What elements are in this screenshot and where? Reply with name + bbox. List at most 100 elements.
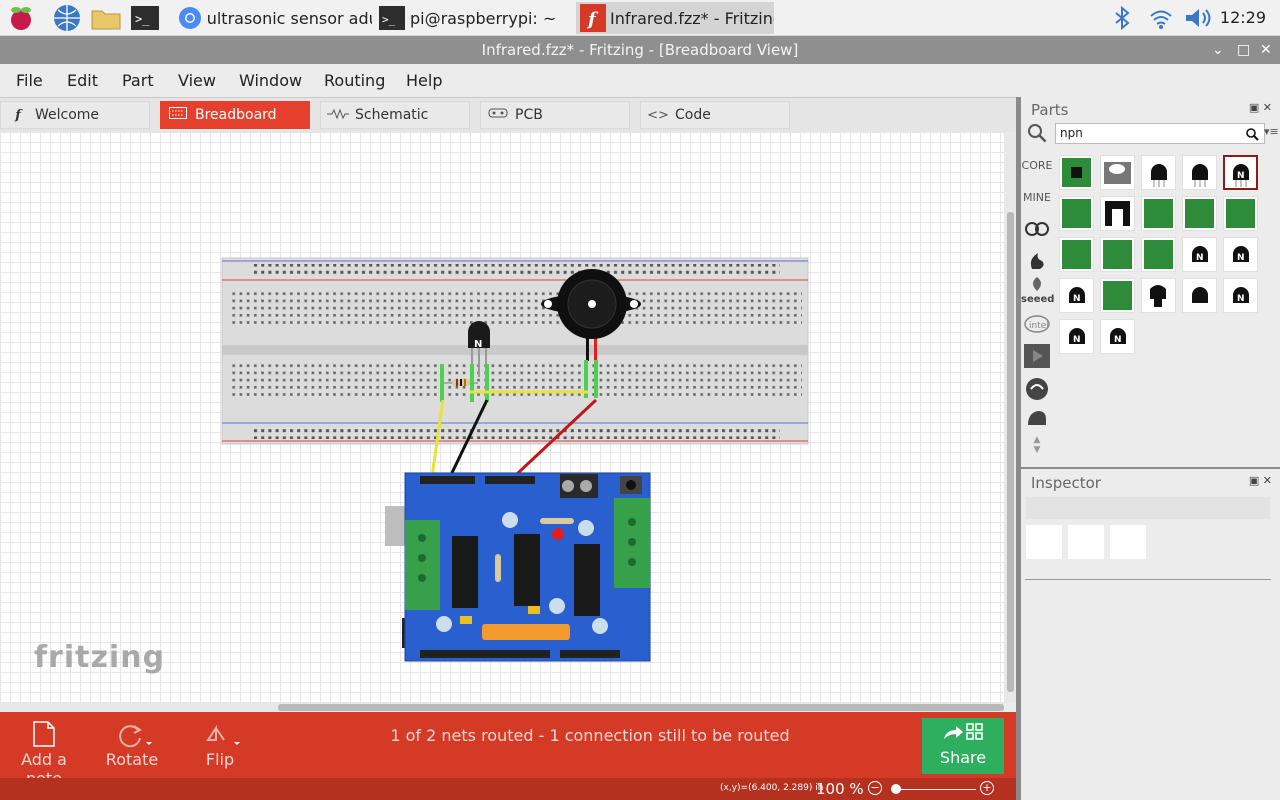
bluetooth-icon[interactable] — [1112, 5, 1132, 34]
menu-view[interactable]: View — [178, 71, 216, 90]
zoom-level: 100 % — [816, 780, 864, 798]
svg-text:>_: >_ — [382, 13, 396, 26]
task-label: Infrared.fzz* - Fritzing... — [610, 8, 774, 28]
task-terminal[interactable]: >_ pi@raspberrypi: ~ — [374, 2, 574, 34]
part-tile[interactable]: N — [1182, 237, 1217, 272]
browser-icon[interactable] — [52, 3, 82, 33]
parts-search-input[interactable]: npn — [1055, 123, 1265, 144]
breadboard[interactable] — [221, 257, 809, 445]
svg-text:N: N — [1196, 253, 1204, 263]
zoom-in-icon[interactable]: + — [980, 781, 994, 795]
code-icon: <> — [647, 107, 669, 123]
part-tile[interactable] — [1100, 155, 1135, 190]
breadboard-canvas[interactable]: N fritzing — [0, 132, 1004, 703]
chevron-down-icon[interactable]: ⌄ — [1212, 36, 1224, 64]
play-bin-icon[interactable] — [1021, 343, 1053, 372]
note-icon — [6, 718, 82, 750]
part-tile[interactable] — [1182, 196, 1217, 231]
divider — [1025, 579, 1271, 580]
panel-float-close-icon[interactable]: ▣ ✕ — [1249, 101, 1272, 114]
menu-routing[interactable]: Routing — [324, 71, 385, 90]
menu-file[interactable]: File — [16, 71, 43, 90]
bin-seeed[interactable]: seeed — [1021, 275, 1054, 305]
menu-part[interactable]: Part — [122, 71, 154, 90]
sparkfun-bin-icon[interactable] — [1021, 249, 1053, 274]
part-tile[interactable]: N — [1059, 319, 1094, 354]
part-tile[interactable] — [1141, 278, 1176, 313]
svg-text:N: N — [474, 339, 482, 350]
parts-bins: CORE MINE seeed intel ▲ ▼ — [1021, 153, 1054, 455]
task-chromium[interactable]: ultrasonic sensor adu... — [174, 2, 372, 34]
part-tile-selected[interactable]: N — [1223, 155, 1258, 190]
share-button[interactable]: Share — [922, 718, 1004, 774]
canvas-vertical-scrollbar[interactable] — [1004, 132, 1016, 703]
part-tile[interactable] — [1223, 196, 1258, 231]
menu-edit[interactable]: Edit — [67, 71, 98, 90]
search-options-icon[interactable]: ▾≡ — [1264, 125, 1279, 138]
part-tile[interactable] — [1141, 196, 1176, 231]
part-tile[interactable]: N — [1223, 237, 1258, 272]
motor-shield[interactable] — [385, 472, 651, 662]
system-taskbar: >_ ultrasonic sensor adu... >_ pi@raspbe… — [0, 0, 1280, 36]
part-tile[interactable] — [1141, 155, 1176, 190]
flip-button[interactable]: Flip — [192, 718, 248, 769]
window-title: Infrared.fzz* - Fritzing - [Breadboard V… — [481, 41, 799, 59]
chromium-icon — [178, 4, 203, 32]
terminal-icon[interactable]: >_ — [130, 3, 160, 33]
close-icon[interactable]: ✕ — [1260, 36, 1272, 64]
fritzing-f-icon: f — [15, 107, 21, 123]
search-submit-icon[interactable] — [1245, 126, 1259, 145]
task-label: ultrasonic sensor adu... — [206, 8, 372, 28]
bin-core[interactable]: CORE — [1021, 159, 1053, 172]
bins-scroll-icon[interactable]: ▲ ▼ — [1021, 435, 1053, 455]
part-tile[interactable]: N — [1100, 319, 1135, 354]
schematic-icon — [327, 108, 349, 123]
part-tile[interactable]: N — [1223, 278, 1258, 313]
inspector-title: Inspector — [1031, 474, 1101, 492]
menu-help[interactable]: Help — [406, 71, 442, 90]
tab-label: Schematic — [355, 107, 429, 123]
search-icon[interactable] — [1027, 123, 1047, 147]
clock: 12:29 — [1219, 8, 1266, 27]
zoom-slider[interactable] — [896, 789, 976, 790]
window-titlebar: Infrared.fzz* - Fritzing - [Breadboard V… — [0, 36, 1280, 64]
snootlab-bin-icon[interactable] — [1021, 377, 1053, 404]
part-tile[interactable] — [1059, 196, 1094, 231]
zoom-slider-handle[interactable] — [891, 784, 901, 794]
task-fritzing[interactable]: f Infrared.fzz* - Fritzing... — [576, 2, 774, 34]
tab-code[interactable]: <> Code — [640, 101, 790, 129]
panel-float-close-icon[interactable]: ▣ ✕ — [1249, 474, 1272, 487]
part-tile[interactable] — [1182, 278, 1217, 313]
menu-window[interactable]: Window — [239, 71, 302, 90]
flip-icon — [192, 718, 248, 750]
tab-breadboard[interactable]: Breadboard — [160, 101, 310, 129]
maximize-icon[interactable]: □ — [1237, 36, 1250, 64]
part-tile[interactable]: N — [1059, 278, 1094, 313]
canvas-horizontal-scrollbar[interactable] — [0, 703, 1004, 712]
animal-bin-icon[interactable] — [1021, 407, 1053, 430]
arduino-bin-icon[interactable] — [1021, 221, 1053, 240]
intel-bin-icon[interactable]: intel — [1021, 315, 1053, 336]
svg-text:N: N — [1073, 335, 1081, 345]
part-tile[interactable] — [1100, 278, 1135, 313]
bin-mine[interactable]: MINE — [1021, 191, 1053, 204]
wifi-icon[interactable] — [1148, 6, 1174, 34]
raspberry-menu-icon[interactable] — [6, 3, 36, 33]
part-tile[interactable] — [1141, 237, 1176, 272]
tab-pcb[interactable]: PCB — [480, 101, 630, 129]
part-tile[interactable] — [1059, 155, 1094, 190]
volume-icon[interactable] — [1184, 6, 1214, 34]
part-tile[interactable] — [1100, 237, 1135, 272]
svg-text:>_: >_ — [135, 12, 150, 26]
svg-text:N: N — [1237, 171, 1245, 181]
folder-icon[interactable] — [90, 3, 121, 33]
part-tile[interactable] — [1059, 237, 1094, 272]
part-tile[interactable] — [1182, 155, 1217, 190]
tab-schematic[interactable]: Schematic — [320, 101, 470, 129]
zoom-out-icon[interactable]: − — [868, 781, 882, 795]
inspector-title-field — [1026, 497, 1270, 519]
part-tile[interactable] — [1100, 196, 1135, 231]
rotate-button[interactable]: Rotate — [104, 718, 160, 769]
pcb-icon — [487, 107, 509, 123]
tab-welcome[interactable]: f Welcome — [0, 101, 150, 129]
